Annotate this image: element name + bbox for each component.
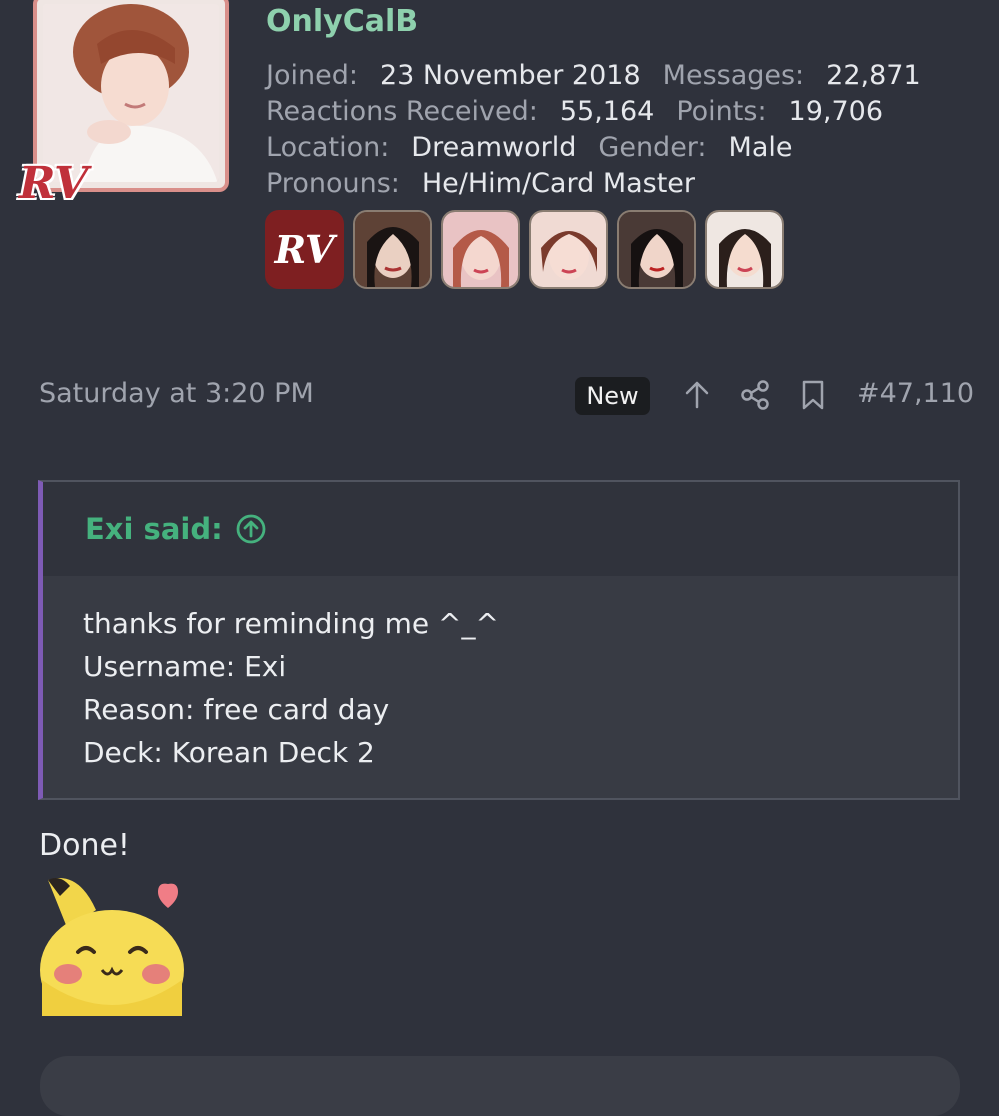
gender-label: Gender: (598, 132, 707, 163)
quote-line: Username: Exi (83, 650, 287, 683)
portrait-2-image (443, 212, 518, 287)
post-message-text: Done! (39, 828, 130, 863)
reactions-label: Reactions Received: (266, 96, 538, 127)
badge-portrait-1[interactable] (353, 210, 432, 289)
messages-value: 22,871 (826, 60, 921, 91)
post-timestamp[interactable]: Saturday at 3:20 PM (39, 378, 314, 409)
new-badge: New (575, 377, 650, 415)
portrait-4-image (619, 212, 694, 287)
profile-row-joined: Joined: 23 November 2018 Messages: 22,871 (266, 60, 921, 91)
user-avatar[interactable]: RV (19, 0, 233, 209)
badge-portrait-5[interactable] (705, 210, 784, 289)
avatar-stamp-logo: RV (19, 158, 89, 209)
badge-portrait-2[interactable] (441, 210, 520, 289)
quote-line: Deck: Korean Deck 2 (83, 736, 375, 769)
quote-block: Exi said: thanks for reminding me ^_^ Us… (38, 480, 960, 800)
profile-row-pronouns: Pronouns: He/Him/Card Master (266, 168, 695, 199)
portrait-3-image (531, 212, 606, 287)
badge-logo-text: RV (274, 227, 335, 272)
portrait-1-image (355, 212, 430, 287)
user-badges: RV (265, 210, 784, 289)
pronouns-value: He/Him/Card Master (421, 168, 696, 199)
quote-content: thanks for reminding me ^_^ Username: Ex… (43, 576, 958, 798)
badge-logo[interactable]: RV (265, 210, 344, 289)
profile-row-reactions: Reactions Received: 55,164 Points: 19,706 (266, 96, 883, 127)
reply-input-box[interactable] (40, 1056, 960, 1116)
gender-value: Male (728, 132, 793, 163)
pikachu-sticker-image (38, 870, 184, 1016)
profile-row-location: Location: Dreamworld Gender: Male (266, 132, 793, 163)
badge-portrait-3[interactable] (529, 210, 608, 289)
username-link[interactable]: OnlyCalB (266, 4, 418, 39)
points-label: Points: (676, 96, 767, 127)
quote-author: Exi said: (85, 512, 223, 546)
quote-line: thanks for reminding me ^_^ (83, 607, 499, 640)
share-icon[interactable] (739, 379, 771, 411)
reactions-value: 55,164 (559, 96, 655, 127)
quote-line: Reason: free card day (83, 693, 390, 726)
quote-author-link[interactable]: Exi said: (85, 512, 267, 546)
bookmark-icon[interactable] (797, 379, 829, 411)
points-value: 19,706 (788, 96, 884, 127)
arrow-up-circle-icon[interactable] (235, 513, 267, 545)
location-value: Dreamworld (411, 132, 577, 163)
portrait-5-image (707, 212, 782, 287)
post-number-link[interactable]: #47,110 (857, 378, 974, 409)
arrow-up-icon[interactable] (681, 379, 713, 411)
badge-portrait-4[interactable] (617, 210, 696, 289)
joined-label: Joined: (266, 60, 358, 91)
location-label: Location: (266, 132, 390, 163)
joined-value: 23 November 2018 (379, 60, 641, 91)
pronouns-label: Pronouns: (266, 168, 400, 199)
messages-label: Messages: (662, 60, 805, 91)
